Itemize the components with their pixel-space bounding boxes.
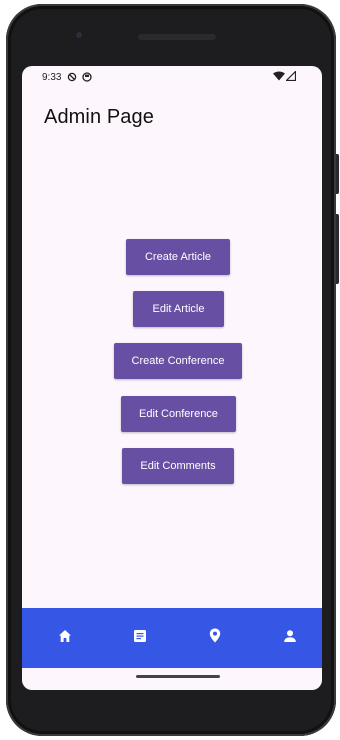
power-button [336, 154, 339, 194]
app-notification-icon [82, 72, 92, 85]
create-conference-button[interactable]: Create Conference [114, 343, 242, 379]
signal-icon [285, 70, 297, 84]
create-article-button[interactable]: Create Article [126, 239, 230, 275]
article-icon [133, 629, 147, 648]
phone-frame: 9:33 Admin Page Create Article Edit Arti… [6, 4, 339, 736]
earpiece-speaker [138, 34, 216, 40]
nav-articles[interactable] [120, 608, 160, 668]
home-indicator[interactable] [136, 675, 220, 678]
do-not-disturb-icon [67, 72, 77, 85]
status-time: 9:33 [42, 72, 62, 83]
home-icon [58, 629, 72, 648]
volume-button [336, 214, 339, 284]
nav-locations[interactable] [195, 608, 235, 668]
location-pin-icon [209, 628, 221, 648]
edit-article-button[interactable]: Edit Article [133, 291, 224, 327]
page-title: Admin Page [44, 106, 154, 128]
wifi-icon [273, 71, 285, 84]
app-screen: 9:33 Admin Page Create Article Edit Arti… [22, 66, 322, 690]
person-icon [283, 629, 297, 648]
edit-comments-button[interactable]: Edit Comments [122, 448, 234, 484]
nav-profile[interactable] [270, 608, 310, 668]
edit-conference-button[interactable]: Edit Conference [121, 396, 236, 432]
status-bar: 9:33 [22, 66, 322, 88]
bottom-navigation-bar [22, 608, 322, 668]
front-camera [74, 30, 84, 40]
nav-home[interactable] [45, 608, 85, 668]
